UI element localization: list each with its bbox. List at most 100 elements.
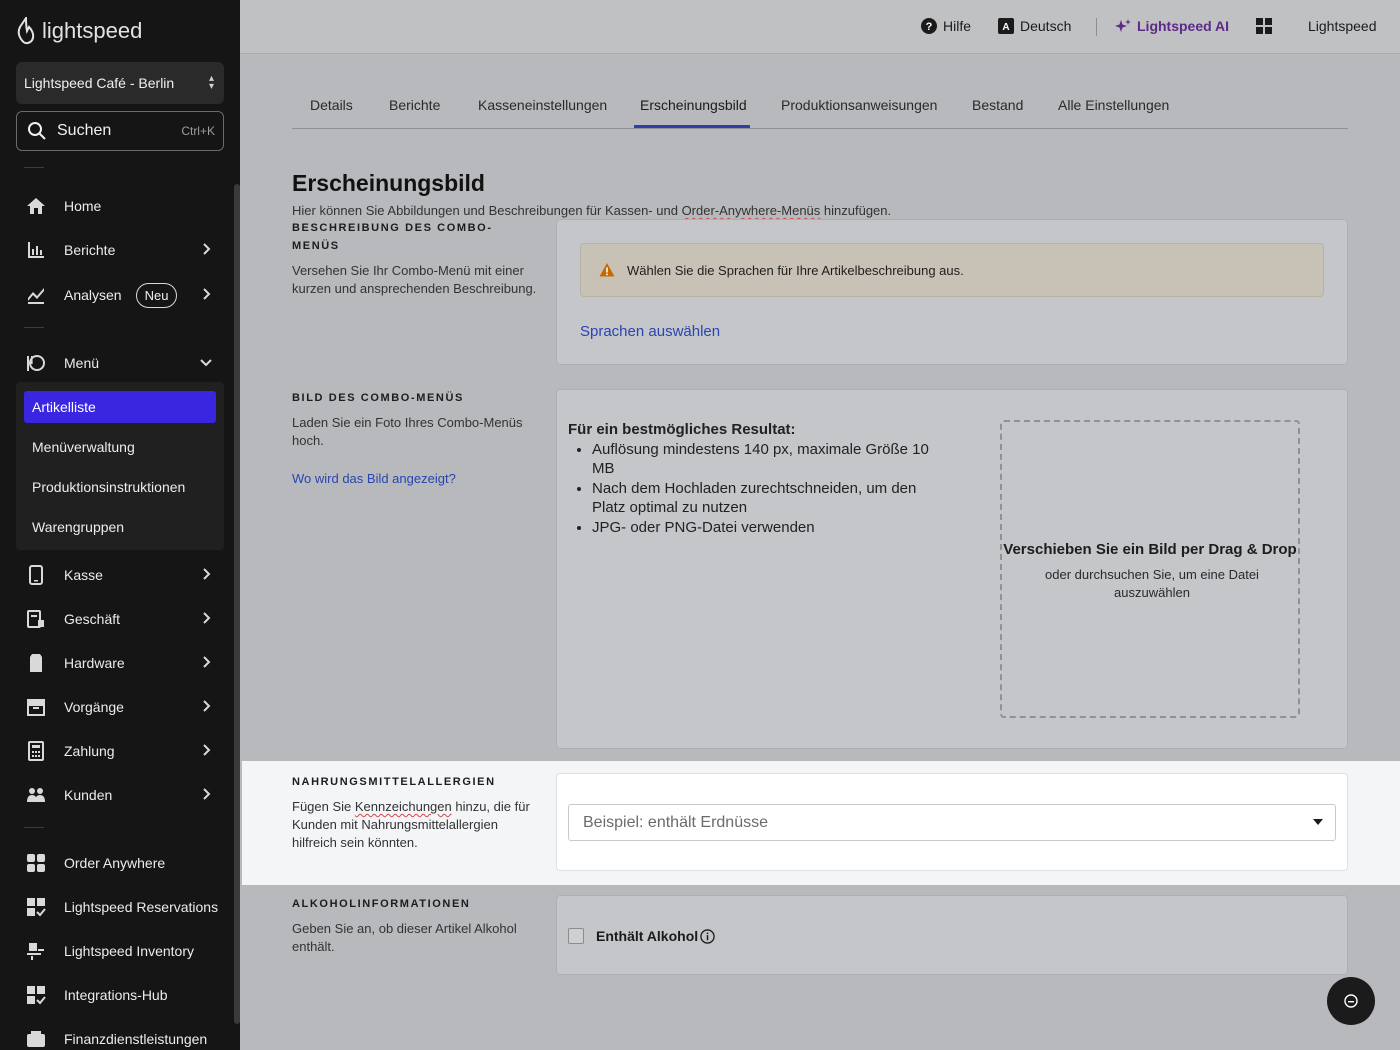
sidebar-item-vorgaenge[interactable]: Vorgänge [16, 689, 224, 725]
language-button[interactable]: A Deutsch [998, 18, 1071, 34]
tips-list: Auflösung mindestens 140 px, maximale Gr… [592, 440, 948, 538]
sidebar-item-home[interactable]: Home [16, 188, 224, 224]
desc-misspelled-word: Kennzeichungen [354, 799, 452, 814]
language-label: Deutsch [1020, 18, 1072, 34]
chevron-right-icon [198, 566, 214, 582]
sidebar-item-reservations[interactable]: Lightspeed Reservations [16, 889, 224, 925]
bar-chart-icon [26, 240, 46, 260]
store-selector[interactable]: Lightspeed Café - Berlin ▴ ▾ [16, 62, 224, 104]
tab-kasseneinstellungen[interactable]: Kasseneinstellungen [478, 97, 607, 113]
desc-text: Fügen Sie [292, 799, 355, 814]
divider [1096, 18, 1097, 36]
divider [24, 327, 44, 328]
search-shortcut: Ctrl+K [181, 124, 215, 138]
device-icon [26, 653, 46, 673]
sidebar-item-menu[interactable]: Menü [16, 345, 224, 381]
submenu-item-menueverwaltung[interactable]: Menüverwaltung [24, 431, 216, 463]
tip-item: Auflösung mindestens 140 px, maximale Gr… [592, 440, 948, 479]
sidebar-item-hardware[interactable]: Hardware [16, 645, 224, 681]
tip-item: JPG- oder PNG-Datei verwenden [592, 518, 948, 538]
sidebar-item-label: Order Anywhere [64, 855, 166, 871]
sidebar-item-kunden[interactable]: Kunden [16, 777, 224, 813]
chevron-right-icon [198, 241, 214, 257]
dropdown-arrow-icon [1313, 819, 1323, 825]
language-warning: Wählen Sie die Sprachen für Ihre Artikel… [580, 243, 1324, 297]
svg-text:?: ? [926, 21, 933, 33]
allergies-placeholder: Beispiel: enthält Erdnüsse [583, 813, 768, 831]
sidebar-item-label: Berichte [64, 242, 116, 258]
sidebar-item-label: Geschäft [64, 611, 121, 627]
trend-icon [26, 285, 46, 305]
apps-grid-button[interactable] [1256, 18, 1272, 34]
tab-bestand[interactable]: Bestand [972, 97, 1023, 113]
tablet-icon [26, 565, 46, 585]
sidebar-item-label: Zahlung [64, 743, 115, 759]
sidebar-scrollbar[interactable] [234, 184, 240, 1024]
sidebar-item-label: Home [64, 198, 102, 214]
search-input[interactable]: Suchen Ctrl+K [16, 111, 224, 151]
sidebar-item-label: Hardware [64, 655, 125, 671]
active-tab-indicator [634, 125, 750, 128]
account-menu[interactable]: Lightspeed [1308, 18, 1377, 34]
home-icon [26, 196, 46, 216]
dropzone-title: Verschieben Sie ein Bild per Drag & Drop [1003, 541, 1297, 558]
sidebar-item-label: Kunden [64, 787, 113, 803]
contains-alcohol-label[interactable]: Enthält Alkohol [596, 928, 698, 944]
sidebar-item-label: Kasse [64, 567, 103, 583]
sidebar-item-label: Finanzdienstleistungen [64, 1031, 208, 1047]
apps-grid-icon [1256, 18, 1272, 34]
sidebar-item-berichte[interactable]: Berichte [16, 232, 224, 268]
select-languages-link[interactable]: Sprachen auswählen [580, 323, 720, 340]
top-bar: ? Hilfe A Deutsch Lightspeed AI Lightspe… [240, 0, 1400, 54]
sidebar: lightspeed Lightspeed Café - Berlin ▴ ▾ S… [0, 0, 240, 1050]
submenu-item-label: Artikelliste [32, 399, 96, 415]
info-icon[interactable] [700, 929, 715, 944]
search-icon [28, 122, 46, 140]
archive-icon [26, 697, 46, 717]
tab-erscheinungsbild[interactable]: Erscheinungsbild [640, 97, 747, 113]
tab-berichte[interactable]: Berichte [389, 97, 440, 113]
lightspeed-logo[interactable]: lightspeed [16, 16, 142, 46]
new-badge: Neu [135, 282, 178, 308]
chevron-right-icon [198, 286, 214, 302]
sidebar-item-zahlung[interactable]: Zahlung [16, 733, 224, 769]
sidebar-item-label: Lightspeed Reservations [64, 899, 219, 915]
where-image-shown-link[interactable]: Wo wird das Bild angezeigt? [292, 470, 542, 488]
sidebar-item-order-anywhere[interactable]: Order Anywhere [16, 845, 224, 881]
wallet-icon [26, 1029, 46, 1049]
section-desc-image: Laden Sie ein Foto Ihres Combo-Menüs hoc… [292, 415, 523, 448]
language-icon: A [998, 18, 1014, 34]
users-icon [26, 785, 46, 805]
allergies-select[interactable]: Beispiel: enthält Erdnüsse [568, 804, 1336, 841]
sidebar-item-analysen[interactable]: Analysen Neu [16, 277, 224, 313]
help-icon: ? [921, 18, 937, 34]
sidebar-item-label: Lightspeed Inventory [64, 943, 194, 959]
account-label: Lightspeed [1308, 18, 1377, 34]
image-dropzone[interactable]: Verschieben Sie ein Bild per Drag & Drop… [1000, 420, 1300, 718]
sidebar-item-integrations-hub[interactable]: Integrations-Hub [16, 977, 224, 1013]
subtitle-text: Hier können Sie Abbildungen und Beschrei… [292, 203, 682, 218]
svg-text:A: A [1002, 22, 1009, 33]
contains-alcohol-checkbox[interactable] [568, 928, 584, 944]
sidebar-item-geschaeft[interactable]: Geschäft [16, 601, 224, 637]
calculator-icon [26, 741, 46, 761]
help-button[interactable]: ? Hilfe [921, 18, 971, 34]
divider [24, 167, 44, 168]
sidebar-item-kasse[interactable]: Kasse [16, 557, 224, 593]
submenu-item-artikelliste[interactable]: Artikelliste [24, 391, 216, 423]
apps-check-icon [26, 985, 46, 1005]
chat-icon [1344, 994, 1358, 1008]
inventory-icon [26, 941, 46, 961]
tab-alle-einstellungen[interactable]: Alle Einstellungen [1058, 97, 1169, 113]
sidebar-item-finanzdienstleistungen[interactable]: Finanzdienstleistungen [16, 1021, 224, 1050]
submenu-item-warengruppen[interactable]: Warengruppen [24, 511, 216, 543]
sparkle-icon [1115, 19, 1131, 32]
page-subtitle: Hier können Sie Abbildungen und Beschrei… [292, 203, 891, 218]
chat-button[interactable] [1327, 977, 1375, 1025]
submenu-item-produktionsinstruktionen[interactable]: Produktionsinstruktionen [24, 471, 216, 503]
tab-produktionsanweisungen[interactable]: Produktionsanweisungen [781, 97, 937, 113]
tab-details[interactable]: Details [310, 97, 353, 113]
sidebar-item-inventory[interactable]: Lightspeed Inventory [16, 933, 224, 969]
lightspeed-ai-button[interactable]: Lightspeed AI [1115, 18, 1229, 34]
section-title-description: BESCHREIBUNG DES COMBO-MENÜS [292, 222, 493, 252]
